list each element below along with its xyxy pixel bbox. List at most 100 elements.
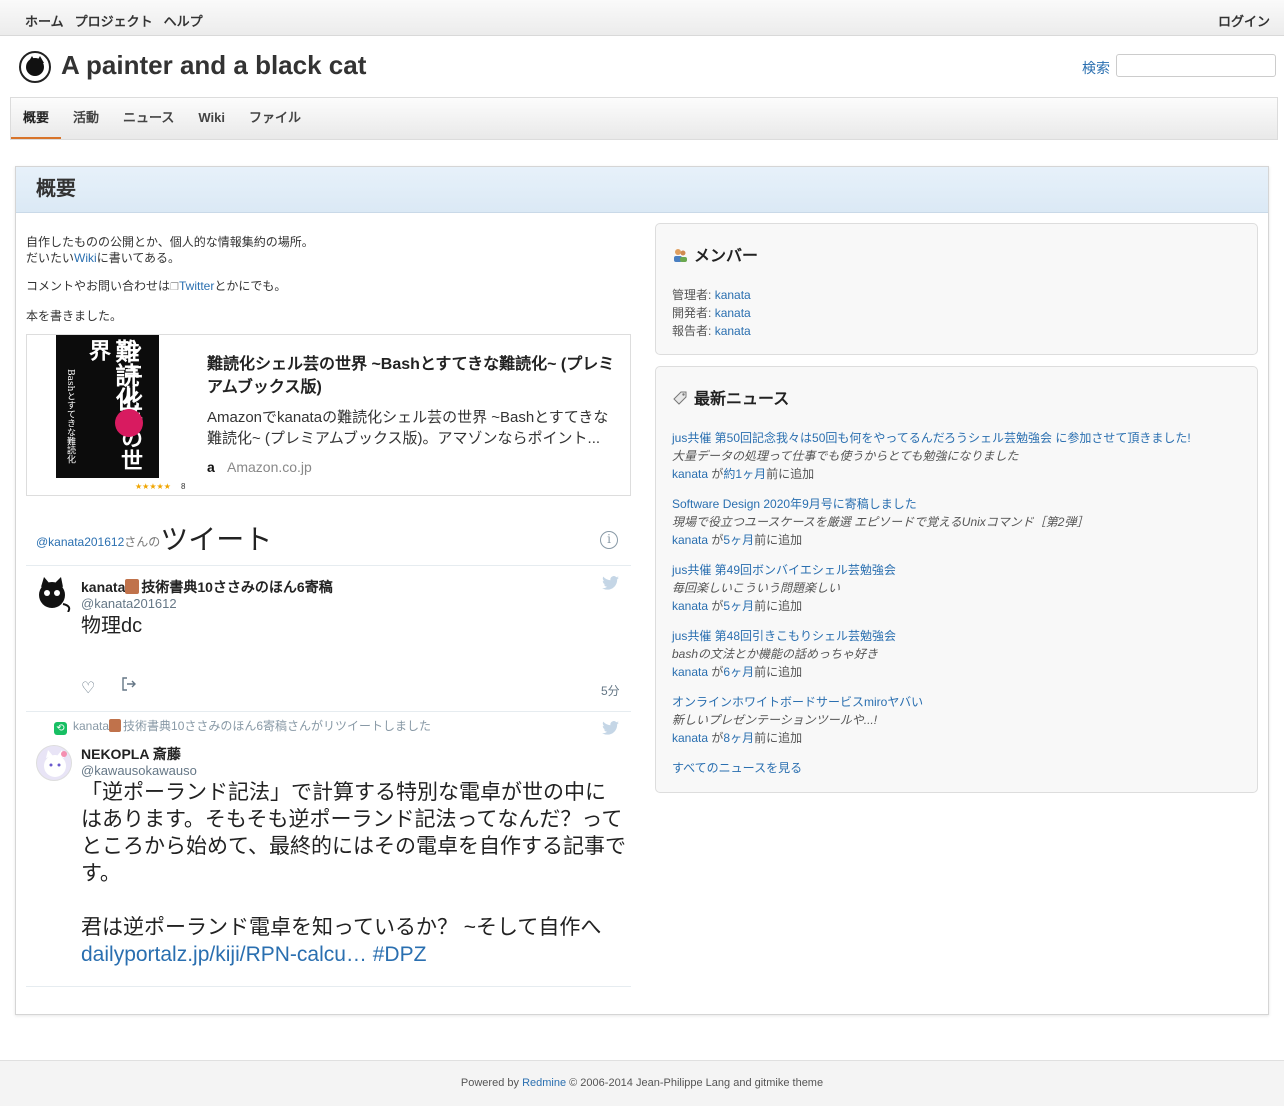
news-tag-icon [672,390,688,411]
news-time-link[interactable]: 8ヶ月 [723,731,754,745]
tweet-text: 物理dc [81,615,143,637]
news-meta-text: 前に追加 [766,467,815,481]
news-item-meta: kanata が8ヶ月前に追加 [672,729,1241,747]
tab-overview[interactable]: 概要 [11,98,62,139]
login-link[interactable]: ログイン [1218,11,1270,30]
description-line3-post: とかにでも。 [214,279,287,293]
book-icon [109,719,122,732]
member-link[interactable]: kanata [715,288,751,302]
timeline-header: @kanata201612さんのツイート [36,518,272,558]
all-news-link[interactable]: すべてのニュースを見る [672,761,802,775]
book-card[interactable]: 難読化 シェル芸の世界 Bashとすてきな難読化 ★★★★★ 8 難読化シェル芸… [26,334,631,496]
member-role: 報告者: [672,324,712,338]
members-title: メンバー [694,248,759,265]
news-item-meta: kanata が5ヶ月前に追加 [672,597,1241,615]
search-label[interactable]: 検索 [1082,58,1110,78]
tweet-time[interactable]: 5分 [601,682,620,699]
book-rating-stars: ★★★★★ [135,482,171,491]
news-item-title[interactable]: jus共催 第48回引きこもりシェル芸勉強会 [672,629,896,643]
news-item-summary: 現場で役立つユースケースを厳選 エピソードで覚えるUnixコマンド［第2弾］ [672,515,1089,529]
tab-wiki[interactable]: Wiki [186,98,237,139]
tab-activity[interactable]: 活動 [61,98,111,139]
share-icon[interactable] [121,676,137,697]
news-item-title[interactable]: jus共催 第50回記念我々は50回も何をやってるんだろうシェル芸勉強会 に参加… [672,431,1191,445]
group-icon [672,247,688,268]
retweeter-name[interactable]: kanata [73,719,109,733]
external-link-icon: ❐ [170,282,179,293]
tweet-text-para2: 君は逆ポーランド電卓を知っているか？ ~そして自作へ [81,916,602,939]
member-row: 管理者: kanata [672,286,1241,304]
avatar[interactable] [36,576,72,613]
tweet-text-para1: 「逆ポーランド記法」で計算する特別な電卓が世の中にはあります。そもそも逆ポーラン… [81,781,626,885]
news-author-link[interactable]: kanata [672,665,708,679]
top-menu-help[interactable]: ヘルプ [164,11,203,30]
search-input[interactable] [1116,54,1276,77]
book-title[interactable]: 難読化シェル芸の世界 ~Bashとすてきな難読化~ (プレミアムブックス版) [207,353,617,399]
top-menu-home[interactable]: ホーム [25,11,64,30]
avatar[interactable] [36,745,72,781]
tweet-author-name[interactable]: NEKOPLA 斎藤 [81,744,181,764]
book-cover-image[interactable]: 難読化 シェル芸の世界 Bashとすてきな難読化 [56,335,159,478]
news-time-link[interactable]: 5ヶ月 [723,533,754,547]
page-title: 概要 [16,167,1268,213]
news-author-link[interactable]: kanata [672,731,708,745]
like-icon[interactable]: ♡ [81,678,95,698]
tweet-author-name: kanata [81,579,126,595]
twitter-link[interactable]: Twitter [179,279,214,293]
news-item: オンラインホワイトボードサービスmiroヤバい 新しいプレゼンテーションツールや… [672,693,1241,747]
description-line3-pre: コメントやお問い合わせは [26,279,171,293]
book-source-label: Amazon.co.jp [227,459,312,475]
news-meta-text: 前に追加 [754,533,803,547]
twitter-bird-icon[interactable] [602,576,619,594]
twitter-bird-icon[interactable] [602,721,619,739]
main-menu: 概要 活動 ニュース Wiki ファイル [10,97,1278,140]
news-item-summary: bashの文法とか機能の話めっちゃ好き [672,647,879,661]
timeline-handle-link[interactable]: @kanata201612 [36,535,124,549]
description-line1: 自作したものの公開とか、個人的な情報集約の場所。 [26,235,314,249]
news-time-link[interactable]: 約1ヶ月 [723,467,766,481]
news-item-title[interactable]: jus共催 第49回ボンバイエシェル芸勉強会 [672,563,896,577]
tweet-link[interactable]: dailyportalz.jp/kiji/RPN-calcu… #DPZ [81,943,426,966]
member-role: 管理者: [672,288,712,302]
news-author-link[interactable]: kanata [672,467,708,481]
news-heading: 最新ニュース [672,385,1241,411]
redmine-link[interactable]: Redmine [522,1077,566,1089]
info-icon[interactable]: i [600,531,618,549]
news-item-title[interactable]: Software Design 2020年9月号に寄稿しました [672,497,917,511]
tab-files[interactable]: ファイル [237,98,313,139]
news-time-link[interactable]: 5ヶ月 [723,599,754,613]
project-title: A painter and a black cat [61,50,367,80]
tweet-text: 「逆ポーランド記法」で計算する特別な電卓が世の中にはあります。そもそも逆ポーラン… [81,779,626,968]
news-item: jus共催 第50回記念我々は50回も何をやってるんだろうシェル芸勉強会 に参加… [672,429,1241,483]
timeline-divider [26,711,631,712]
member-row: 報告者: kanata [672,322,1241,340]
member-link[interactable]: kanata [715,324,751,338]
news-time-link[interactable]: 6ヶ月 [723,665,754,679]
news-title: 最新ニュース [694,391,790,408]
tab-news[interactable]: ニュース [111,98,186,139]
news-author-link[interactable]: kanata [672,533,708,547]
timeline-title: ツイート [160,524,273,555]
news-meta-text: が [711,599,724,613]
timeline-divider [26,565,631,566]
tweet-handle[interactable]: @kawausokawauso [81,763,197,778]
header: A painter and a black cat 検索 [0,36,1284,98]
twitter-timeline: @kanata201612さんのツイート i kanata 技術書典10ささみのほ… [26,512,631,988]
member-link[interactable]: kanata [715,306,751,320]
news-item-summary: 大量データの処理って仕事でも使うからとても勉強になりました [672,449,1019,463]
book-rating-count: 8 [181,482,186,491]
wiki-link[interactable]: Wiki [74,251,97,265]
tweet-author[interactable]: kanata 技術書典10ささみのほん6寄稿 [81,577,333,597]
black-cat-logo-icon [19,51,51,83]
member-row: 開発者: kanata [672,304,1241,322]
description-line2-post: に書いてある。 [96,251,180,265]
timeline-divider [26,986,631,987]
news-item-meta: kanata が約1ヶ月前に追加 [672,465,1241,483]
description-line4: 本を書きました。 [26,309,123,323]
news-author-link[interactable]: kanata [672,599,708,613]
top-menu-projects[interactable]: プロジェクト [75,11,153,30]
news-meta-text: 前に追加 [754,665,803,679]
news-item-title[interactable]: オンラインホワイトボードサービスmiroヤバい [672,695,923,709]
news-meta-text: が [711,731,724,745]
book-cover-title2: シェル芸の世界 [85,339,143,471]
